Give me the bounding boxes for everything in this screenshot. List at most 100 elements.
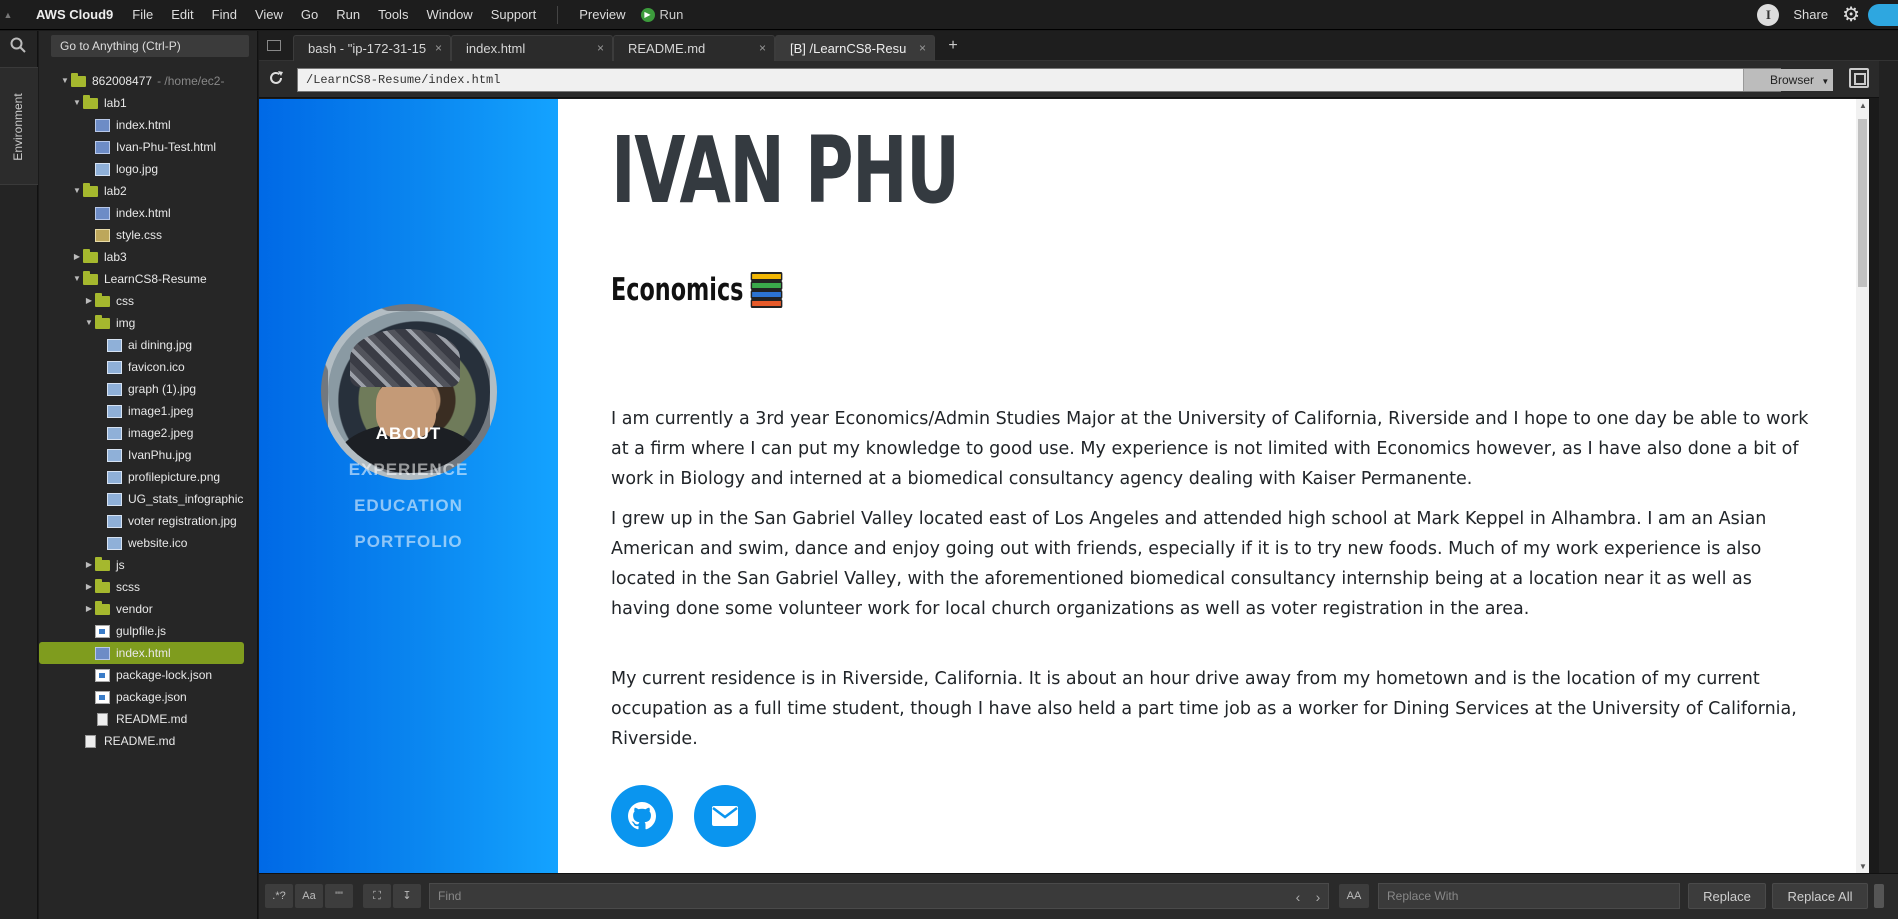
tree-folder[interactable]: ▼ LearnCS8-Resume	[39, 268, 258, 290]
scroll-up-icon[interactable]: ▲	[1859, 101, 1867, 110]
whole-word-toggle[interactable]: ""	[325, 884, 353, 908]
search-selection-icon[interactable]: ⛶	[363, 884, 391, 908]
collapsed-arrow-icon[interactable]: ▶	[83, 598, 95, 620]
tree-file[interactable]: image1.jpeg	[39, 400, 258, 422]
menu-window[interactable]: Window	[417, 7, 481, 22]
app-brand[interactable]: AWS Cloud9	[16, 7, 123, 22]
expanded-arrow-icon[interactable]: ▼	[59, 70, 71, 92]
tree-file[interactable]: index.html	[39, 202, 258, 224]
scroll-down-icon[interactable]: ▼	[1859, 862, 1867, 871]
expanded-arrow-icon[interactable]: ▼	[83, 312, 95, 334]
tree-file[interactable]: IvanPhu.jpg	[39, 444, 258, 466]
tree-file[interactable]: index.html	[39, 114, 258, 136]
find-input[interactable]: Find	[429, 883, 1329, 909]
findbar-grip[interactable]	[1874, 884, 1884, 908]
tree-folder[interactable]: ▶ lab3	[39, 246, 258, 268]
tree-file[interactable]: index.html	[39, 642, 244, 664]
collapsed-arrow-icon[interactable]: ▶	[83, 290, 95, 312]
nav-about[interactable]: ABOUT	[259, 424, 558, 444]
tree-file[interactable]: website.ico	[39, 532, 258, 554]
expanded-arrow-icon[interactable]: ▼	[71, 180, 83, 202]
menu-edit[interactable]: Edit	[162, 7, 202, 22]
tree-file[interactable]: README.md	[39, 708, 258, 730]
close-icon[interactable]: ×	[597, 36, 604, 61]
email-button[interactable]	[694, 785, 756, 847]
tab-index-html[interactable]: index.html ×	[451, 35, 613, 61]
tree-file[interactable]: image2.jpeg	[39, 422, 258, 444]
info-icon[interactable]: I	[1757, 3, 1780, 26]
expanded-arrow-icon[interactable]: ▼	[71, 92, 83, 114]
tab-browser-preview[interactable]: [B] /LearnCS8-Resu ×	[775, 35, 935, 61]
tree-folder[interactable]: ▶ vendor	[39, 598, 258, 620]
tree-folder[interactable]: ▼ img	[39, 312, 258, 334]
tree-file[interactable]: package-lock.json	[39, 664, 258, 686]
new-tab-button[interactable]: +	[939, 35, 967, 57]
tree-file[interactable]: UG_stats_infographic	[39, 488, 258, 510]
tree-file[interactable]: favicon.ico	[39, 356, 258, 378]
wrap-around-icon[interactable]: ↧	[393, 884, 421, 908]
collapsed-arrow-icon[interactable]: ▶	[83, 576, 95, 598]
tree-file[interactable]: README.md	[39, 730, 258, 752]
preview-button[interactable]: Preview	[570, 7, 634, 22]
tab-list-icon[interactable]	[267, 40, 281, 51]
tree-file[interactable]: voter registration.jpg	[39, 510, 258, 532]
nav-experience[interactable]: EXPERIENCE	[259, 460, 558, 480]
popout-window-icon[interactable]	[1849, 68, 1869, 88]
goto-anything-input[interactable]: Go to Anything (Ctrl-P)	[51, 35, 249, 57]
tree-folder[interactable]: ▶ js	[39, 554, 258, 576]
tree-file[interactable]: gulpfile.js	[39, 620, 258, 642]
share-button[interactable]: Share	[1793, 7, 1828, 22]
collapsed-arrow-icon[interactable]: ▶	[71, 246, 83, 268]
tree-folder[interactable]: ▶ css	[39, 290, 258, 312]
menu-view[interactable]: View	[246, 7, 292, 22]
tree-folder[interactable]: ▼ lab2	[39, 180, 258, 202]
close-icon[interactable]: ×	[759, 36, 766, 61]
tree-file[interactable]: logo.jpg	[39, 158, 258, 180]
replace-all-button[interactable]: Replace All	[1772, 883, 1868, 909]
preview-scrollbar[interactable]: ▲ ▼	[1856, 99, 1869, 873]
replace-input[interactable]: Replace With	[1378, 883, 1680, 909]
preserve-case-toggle[interactable]: AA	[1339, 884, 1369, 908]
run-button[interactable]: ▶ Run	[635, 7, 690, 22]
close-icon[interactable]: ×	[919, 36, 926, 61]
menu-run[interactable]: Run	[327, 7, 369, 22]
environment-tab[interactable]: Environment	[0, 67, 38, 185]
tree-file[interactable]: graph (1).jpg	[39, 378, 258, 400]
collapsed-arrow-icon[interactable]: ▶	[83, 554, 95, 576]
menu-find[interactable]: Find	[203, 7, 246, 22]
menu-tools[interactable]: Tools	[369, 7, 417, 22]
tree-root[interactable]: ▼ 862008477 - /home/ec2-	[39, 70, 258, 92]
tree-file[interactable]: ai dining.jpg	[39, 334, 258, 356]
search-icon[interactable]	[10, 37, 26, 58]
cloud9-badge-icon[interactable]	[1868, 4, 1898, 26]
tree-file[interactable]: profilepicture.png	[39, 466, 258, 488]
nav-portfolio[interactable]: PORTFOLIO	[259, 532, 558, 552]
tree-item-label: lab3	[104, 250, 127, 264]
find-previous-icon[interactable]: ‹	[1289, 885, 1307, 909]
expanded-arrow-icon[interactable]: ▼	[71, 268, 83, 290]
menu-support[interactable]: Support	[482, 7, 546, 22]
image-file-icon	[107, 382, 122, 396]
regex-toggle[interactable]: .*?	[265, 884, 293, 908]
close-icon[interactable]: ×	[435, 36, 442, 61]
browser-mode-dropdown[interactable]: Browser ▼	[1743, 69, 1833, 91]
url-input[interactable]: /LearnCS8-Resume/index.html	[297, 68, 1781, 92]
github-button[interactable]	[611, 785, 673, 847]
menu-go[interactable]: Go	[292, 7, 327, 22]
tab-readme[interactable]: README.md ×	[613, 35, 775, 61]
tab-bash[interactable]: bash - "ip-172-31-15 ×	[293, 35, 451, 61]
match-case-toggle[interactable]: Aa	[295, 884, 323, 908]
reload-icon[interactable]	[267, 69, 285, 90]
collapse-menu-icon[interactable]: ▲	[0, 0, 16, 30]
nav-education[interactable]: EDUCATION	[259, 496, 558, 516]
tree-file[interactable]: package.json	[39, 686, 258, 708]
tree-file[interactable]: Ivan-Phu-Test.html	[39, 136, 258, 158]
tree-folder[interactable]: ▶ scss	[39, 576, 258, 598]
tree-file[interactable]: style.css	[39, 224, 258, 246]
replace-button[interactable]: Replace	[1688, 883, 1766, 909]
scrollbar-thumb[interactable]	[1858, 119, 1867, 287]
menu-file[interactable]: File	[123, 7, 162, 22]
gear-icon[interactable]: ⚙	[1842, 5, 1860, 25]
tree-folder[interactable]: ▼ lab1	[39, 92, 258, 114]
find-next-icon[interactable]: ›	[1309, 885, 1327, 909]
